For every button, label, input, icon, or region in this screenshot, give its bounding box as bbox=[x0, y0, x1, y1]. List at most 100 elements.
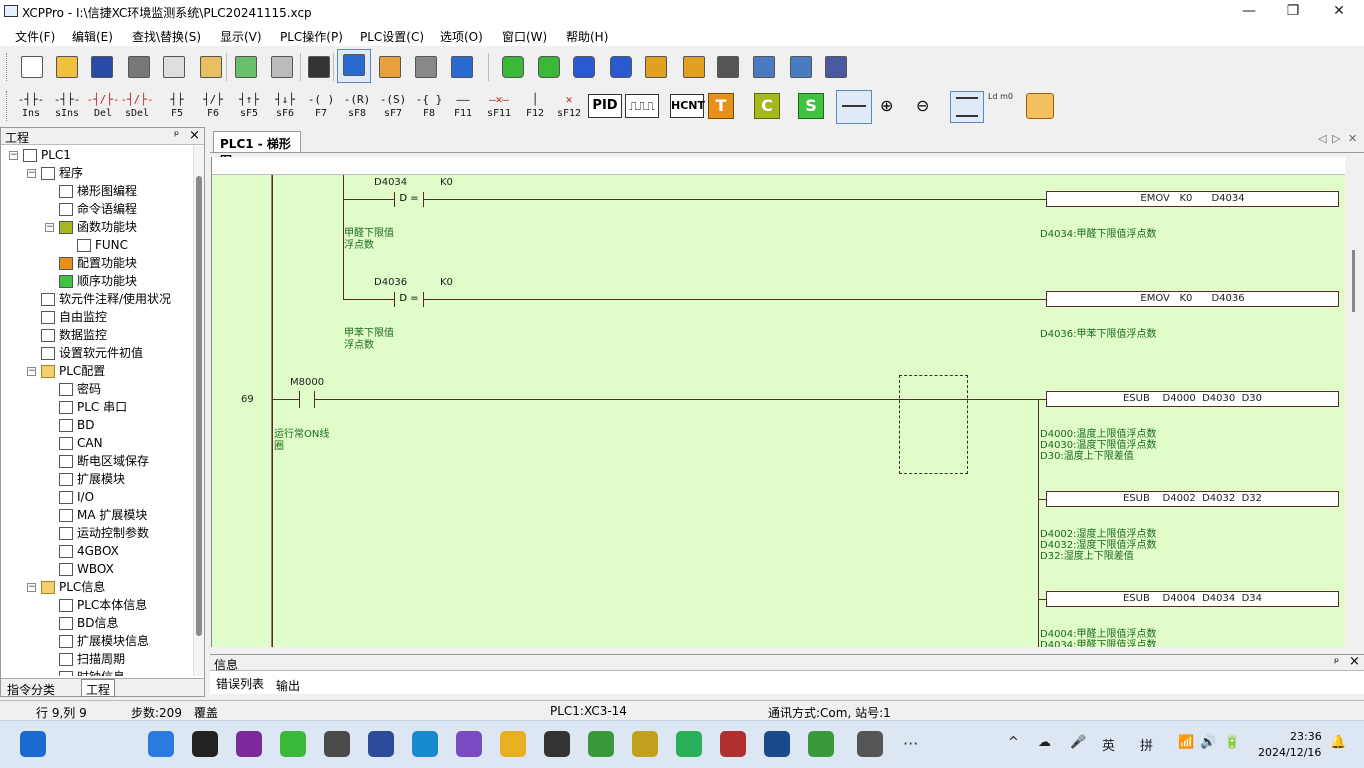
convert-icon[interactable] bbox=[1026, 93, 1054, 119]
lock-button[interactable] bbox=[640, 52, 670, 82]
edge-icon[interactable] bbox=[412, 731, 438, 757]
ladder-f7-button[interactable]: -( ) F7 bbox=[304, 92, 338, 120]
tree-item[interactable]: PLC配置 bbox=[41, 362, 105, 380]
android-icon[interactable] bbox=[808, 731, 834, 757]
cursor-selection[interactable] bbox=[899, 375, 968, 474]
compare-contact[interactable]: D = bbox=[394, 192, 424, 207]
tab-instruction-category[interactable]: 指令分类 bbox=[7, 681, 55, 698]
ladder-sf12-button[interactable]: ✕ sF12 bbox=[552, 92, 586, 120]
tree-item[interactable]: PLC信息 bbox=[41, 578, 105, 596]
tree-item[interactable]: FUNC bbox=[77, 236, 128, 254]
ladder-sf6-button[interactable]: ┤↓├ sF6 bbox=[268, 92, 302, 120]
qc-icon[interactable] bbox=[676, 731, 702, 757]
menu-file[interactable]: 文件(F) bbox=[15, 28, 55, 45]
print-button[interactable] bbox=[410, 52, 440, 82]
panel-close-icon[interactable]: × bbox=[1349, 654, 1360, 669]
volume-icon[interactable]: 🔊 bbox=[1200, 735, 1216, 750]
run-button[interactable] bbox=[568, 52, 598, 82]
ladder-f11-button[interactable]: —— F11 bbox=[446, 92, 480, 120]
microphone-icon[interactable]: 🎤 bbox=[1070, 735, 1086, 750]
editor-scrollbar[interactable] bbox=[1346, 156, 1362, 646]
tree-item[interactable]: WBOX bbox=[59, 560, 114, 578]
scrollbar-thumb[interactable] bbox=[1352, 250, 1355, 312]
tree-item[interactable]: PLC本体信息 bbox=[59, 596, 147, 614]
files-icon[interactable] bbox=[500, 731, 526, 757]
tree-item[interactable]: 扩展模块 bbox=[59, 470, 125, 488]
panel-close-icon[interactable]: × bbox=[189, 128, 200, 143]
copy-button[interactable] bbox=[158, 52, 188, 82]
xcppro-icon[interactable] bbox=[857, 731, 883, 757]
yellow-app-icon[interactable] bbox=[632, 731, 658, 757]
tree-expander[interactable]: − bbox=[45, 223, 54, 232]
tree-scrollbar[interactable] bbox=[193, 146, 204, 676]
tree-item[interactable]: 程序 bbox=[41, 164, 83, 182]
tree-expander[interactable]: − bbox=[27, 367, 36, 376]
tree-item[interactable]: 数据监控 bbox=[41, 326, 107, 344]
unlock-button[interactable] bbox=[678, 52, 708, 82]
normally-open-contact[interactable] bbox=[299, 391, 315, 408]
menu-help[interactable]: 帮助(H) bbox=[566, 28, 608, 45]
tree-item[interactable]: 顺序功能块 bbox=[59, 272, 137, 290]
tree-item[interactable]: MA 扩展模块 bbox=[59, 506, 147, 524]
ladder-sf7-button[interactable]: -(S) sF7 bbox=[376, 92, 410, 120]
pulse-button[interactable]: ⎍⎍⎍ bbox=[625, 94, 659, 118]
new-file-button[interactable] bbox=[16, 52, 46, 82]
tree-item[interactable]: 自由监控 bbox=[41, 308, 107, 326]
search-doc-button[interactable] bbox=[785, 52, 815, 82]
tree-item[interactable]: 配置功能块 bbox=[59, 254, 137, 272]
ladder-del-button[interactable]: -┤/├- Del bbox=[86, 92, 120, 120]
ladder-f12-button[interactable]: │ F12 bbox=[518, 92, 552, 120]
ladder-view-button[interactable] bbox=[337, 49, 371, 83]
ladder-sdel-button[interactable]: -┤/├- sDel bbox=[120, 92, 154, 120]
mcgs-icon[interactable] bbox=[236, 731, 262, 757]
tree-expander[interactable]: − bbox=[9, 151, 18, 160]
back-arrow-button[interactable] bbox=[230, 52, 260, 82]
ld-m0-label[interactable]: Ld m0 bbox=[988, 92, 1013, 101]
scrollbar-thumb[interactable] bbox=[196, 176, 202, 636]
clock-time[interactable]: 23:36 bbox=[1290, 730, 1322, 743]
battery-icon[interactable]: 🔋 bbox=[1224, 735, 1240, 750]
ladder-sins-button[interactable]: -┤├- sIns bbox=[50, 92, 84, 120]
zoom-in-icon[interactable]: ⊕ bbox=[880, 96, 893, 115]
menu-plc-op[interactable]: PLC操作(P) bbox=[280, 28, 343, 45]
zoom-out-icon[interactable]: ⊖ bbox=[916, 96, 929, 115]
menu-edit[interactable]: 编辑(E) bbox=[72, 28, 113, 45]
zoom-table-button[interactable] bbox=[748, 52, 778, 82]
timer-t-button[interactable]: T bbox=[708, 93, 734, 119]
connect-line-button[interactable] bbox=[836, 90, 872, 124]
download-arrow-button[interactable] bbox=[497, 52, 527, 82]
port-button[interactable] bbox=[820, 52, 850, 82]
instruction-box[interactable]: EMOV K0 D4034 bbox=[1046, 191, 1339, 207]
more-apps-icon[interactable]: ··· bbox=[903, 734, 918, 753]
upload-arrow-button[interactable] bbox=[533, 52, 563, 82]
tree-item[interactable]: I/O bbox=[59, 488, 94, 506]
snip-icon[interactable] bbox=[324, 731, 350, 757]
terminal-icon[interactable] bbox=[192, 731, 218, 757]
tree-expander[interactable]: − bbox=[27, 169, 36, 178]
step-s-button[interactable]: S bbox=[798, 93, 824, 119]
ds-icon[interactable] bbox=[764, 731, 790, 757]
menu-view[interactable]: 显示(V) bbox=[220, 28, 262, 45]
wifi-icon[interactable]: 📶 bbox=[1178, 735, 1194, 750]
ladder-sf8-button[interactable]: -(R) sF8 bbox=[340, 92, 374, 120]
tree-item[interactable]: 扫描周期 bbox=[59, 650, 125, 668]
tab-close-icon[interactable]: ✕ bbox=[1348, 132, 1357, 145]
find-binoculars-button[interactable] bbox=[303, 52, 333, 82]
paste-button[interactable] bbox=[195, 52, 225, 82]
instruction-box[interactable]: ESUB D4000 D4030 D30 bbox=[1046, 391, 1339, 407]
notification-bell-icon[interactable]: 🔔 bbox=[1330, 735, 1346, 750]
tree-item[interactable]: BD信息 bbox=[59, 614, 118, 632]
hcnt-button[interactable]: HCNT bbox=[670, 94, 705, 118]
minimize-button[interactable]: — bbox=[1226, 0, 1272, 24]
tree-expander[interactable]: − bbox=[27, 583, 36, 592]
windows-start-icon[interactable] bbox=[148, 731, 174, 757]
help-button[interactable] bbox=[446, 52, 476, 82]
tab-output[interactable]: 输出 bbox=[276, 677, 300, 694]
stop-button[interactable] bbox=[605, 52, 635, 82]
tree-item[interactable]: 命令语编程 bbox=[59, 200, 137, 218]
pin-icon[interactable]: ᵖ bbox=[174, 128, 179, 142]
compare-contact[interactable]: D = bbox=[394, 292, 424, 307]
tree-item[interactable]: PLC 串口 bbox=[59, 398, 127, 416]
tree-item[interactable]: PLC1 bbox=[23, 146, 71, 164]
tree-item[interactable]: 设置软元件初值 bbox=[41, 344, 143, 362]
